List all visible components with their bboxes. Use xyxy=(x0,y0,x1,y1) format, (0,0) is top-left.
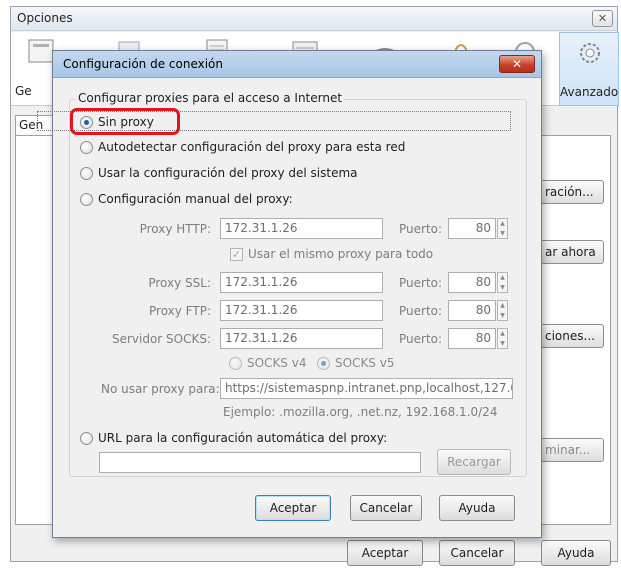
options-window-title: Opciones xyxy=(17,11,73,25)
dialog-close-button[interactable]: ✕ xyxy=(499,55,535,73)
toolbar-item-advanced[interactable]: Avanzado xyxy=(559,32,619,106)
options-help-button[interactable]: Ayuda xyxy=(541,540,611,566)
ssl-port-stepper[interactable]: ▲ ▼ xyxy=(497,272,508,293)
ssl-proxy-label: Proxy SSL: xyxy=(148,276,211,290)
dialog-title: Configuración de conexión xyxy=(63,57,224,71)
radio-socks-v4-indicator[interactable] xyxy=(229,357,242,370)
settings-button-fragment[interactable]: ración... xyxy=(540,180,604,204)
ftp-port-input[interactable]: 80 xyxy=(448,300,496,321)
ftp-port-stepper[interactable]: ▲ ▼ xyxy=(497,300,508,321)
radio-manual-proxy-indicator[interactable] xyxy=(80,193,93,206)
stepper-down-icon: ▼ xyxy=(500,284,505,291)
radio-autodetect-label: Autodetectar configuración del proxy par… xyxy=(98,140,406,154)
proxy-config-group-label: Configurar proxies para el acceso a Inte… xyxy=(76,91,345,105)
radio-pac-url-indicator[interactable] xyxy=(80,432,93,445)
radio-pac-url-label: URL para la configuración automática del… xyxy=(98,431,388,445)
http-port-label: Puerto: xyxy=(399,222,443,236)
gear-icon xyxy=(580,43,600,63)
no-proxy-for-input[interactable]: https://sistemaspnp.intranet.pnp,localho… xyxy=(220,378,513,399)
stepper-up-icon: ▲ xyxy=(500,274,505,281)
ssl-proxy-input[interactable]: 172.31.1.26 xyxy=(220,272,383,293)
no-proxy-for-label: No usar proxy para: xyxy=(101,382,220,396)
options-close-button[interactable]: ✕ xyxy=(592,10,613,27)
radio-manual-proxy-label: Configuración manual del proxy: xyxy=(98,192,293,206)
http-port-stepper[interactable]: ▲ ▼ xyxy=(497,218,508,239)
socks-port-label: Puerto: xyxy=(399,332,443,346)
ftp-proxy-input[interactable]: 172.31.1.26 xyxy=(220,300,383,321)
options-accept-button[interactable]: Aceptar xyxy=(347,540,423,566)
http-proxy-input[interactable]: 172.31.1.26 xyxy=(220,218,383,239)
exceptions-button-fragment[interactable]: ciones... xyxy=(540,324,604,348)
dialog-title-bar: Configuración de conexión ✕ xyxy=(53,51,541,78)
options-cancel-button[interactable]: Cancelar xyxy=(439,540,515,566)
stepper-up-icon: ▲ xyxy=(500,302,505,309)
dialog-accept-button[interactable]: Aceptar xyxy=(255,495,331,521)
stepper-up-icon: ▲ xyxy=(500,220,505,227)
toolbar-item-advanced-label: Avanzado xyxy=(560,85,619,99)
ssl-port-input[interactable]: 80 xyxy=(448,272,496,293)
ftp-proxy-label: Proxy FTP: xyxy=(149,304,211,318)
no-proxy-example-text: Ejemplo: .mozilla.org, .net.nz, 192.168.… xyxy=(223,405,498,419)
radio-socks-v5-indicator[interactable] xyxy=(317,357,330,370)
reload-button[interactable]: Recargar xyxy=(437,449,511,475)
http-proxy-label: Proxy HTTP: xyxy=(139,222,211,236)
ftp-port-label: Puerto: xyxy=(399,304,443,318)
clear-now-button-fragment[interactable]: ar ahora xyxy=(540,240,604,264)
socks-port-input[interactable]: 80 xyxy=(448,328,496,349)
same-proxy-label: Usar el mismo proxy para todo xyxy=(248,247,434,261)
socks-host-input[interactable]: 172.31.1.26 xyxy=(220,328,383,349)
radio-system-proxy-label: Usar la configuración del proxy del sist… xyxy=(98,166,358,180)
annotation-highlight xyxy=(70,108,180,135)
dialog-help-button[interactable]: Ayuda xyxy=(439,495,515,521)
remove-button-fragment[interactable]: minar... xyxy=(540,438,604,462)
socks-port-stepper[interactable]: ▲ ▼ xyxy=(497,328,508,349)
pac-url-input[interactable] xyxy=(99,452,421,473)
radio-socks-v4-label: SOCKS v4 xyxy=(247,356,307,370)
ssl-port-label: Puerto: xyxy=(399,276,443,290)
stepper-down-icon: ▼ xyxy=(500,312,505,319)
same-proxy-checkbox[interactable]: ✓ xyxy=(230,248,243,261)
http-port-input[interactable]: 80 xyxy=(448,218,496,239)
radio-system-proxy-indicator[interactable] xyxy=(80,167,93,180)
options-title-bar: Opciones ✕ xyxy=(11,7,617,31)
socks-host-label: Servidor SOCKS: xyxy=(111,332,211,346)
dialog-cancel-button[interactable]: Cancelar xyxy=(350,495,422,521)
radio-socks-v5-label: SOCKS v5 xyxy=(335,356,395,370)
stepper-down-icon: ▼ xyxy=(500,340,505,347)
stepper-down-icon: ▼ xyxy=(500,230,505,237)
radio-autodetect-indicator[interactable] xyxy=(80,141,93,154)
stepper-up-icon: ▲ xyxy=(500,330,505,337)
